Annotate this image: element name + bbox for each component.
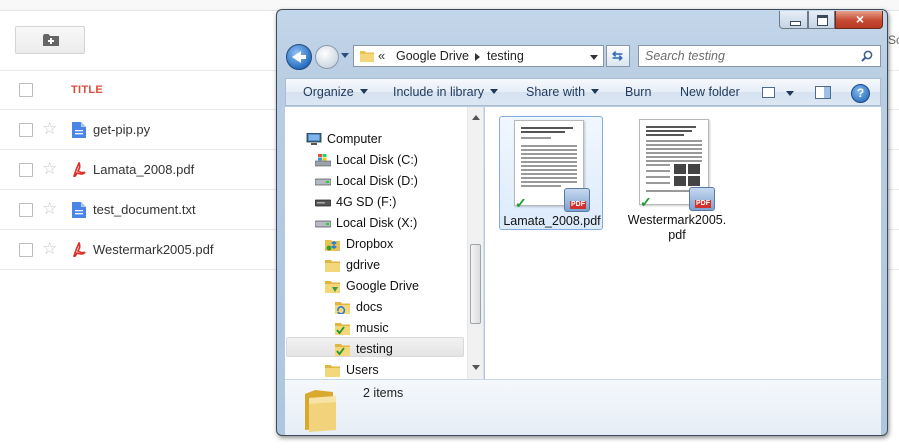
breadcrumb-testing[interactable]: testing [487,49,524,63]
document-icon [72,202,86,218]
dropdown-arrow-icon [490,89,499,94]
star-icon[interactable]: ☆ [42,160,57,177]
address-bar[interactable]: « Google Drive testing [353,45,604,67]
search-icon [861,50,873,62]
close-icon: × [855,11,865,27]
select-all-checkbox[interactable] [19,83,33,97]
navigation-pane: Computer Local Disk (C:) Local Disk (D:)… [285,107,484,379]
document-icon [72,122,86,138]
google-drive-folder-icon [325,281,340,293]
maximize-button[interactable] [808,11,835,29]
folder-icon [305,390,336,432]
title-column-header[interactable]: TITLE [71,84,103,96]
sd-card-icon [315,199,331,207]
command-bar: Organize Include in library Share with B… [285,78,881,106]
breadcrumb-google-drive[interactable]: Google Drive [396,49,469,63]
windows-drive-icon [315,154,331,167]
file-pane: PDF ✓ Lamata_2008.pdf PDF ✓ Westermark20… [485,107,881,379]
include-in-library-menu[interactable]: Include in library [393,85,499,99]
pdf-badge-icon: PDF [689,187,715,211]
row-checkbox[interactable] [19,243,33,257]
search-box[interactable] [638,45,881,67]
dropdown-arrow-icon [359,89,368,94]
file-name[interactable]: get-pip.py [93,122,150,137]
minimize-icon [790,21,801,26]
burn-button[interactable]: Burn [625,85,651,99]
view-options-dropdown-icon[interactable] [786,91,794,96]
pdf-icon [73,162,86,178]
preview-pane-icon[interactable] [815,86,831,99]
share-with-menu[interactable]: Share with [526,85,600,99]
star-icon[interactable]: ☆ [42,120,57,137]
row-checkbox[interactable] [19,123,33,137]
sync-check-icon: ✓ [640,194,652,210]
synced-folder-icon [335,323,350,335]
sync-check-icon: ✓ [515,195,527,211]
change-view-icon[interactable] [762,87,775,98]
close-button[interactable]: × [835,11,883,29]
address-dropdown-icon[interactable] [590,55,598,60]
file-item-westermark[interactable]: PDF ✓ Westermark2005. pdf [625,116,729,242]
forward-button[interactable] [315,45,339,69]
scroll-down-icon[interactable] [472,365,480,370]
scroll-thumb[interactable] [470,244,481,324]
refresh-button[interactable]: ⇆ [606,45,630,67]
breadcrumb-arrow-icon[interactable] [475,53,480,61]
row-checkbox[interactable] [19,163,33,177]
refresh-icon: ⇆ [612,48,623,63]
scroll-up-icon[interactable] [472,115,480,120]
organize-menu[interactable]: Organize [303,85,368,99]
recent-pages-dropdown[interactable] [341,53,349,58]
folder-icon [325,365,340,377]
overflow-chevron[interactable]: « [378,48,385,63]
computer-icon [306,133,322,145]
new-folder-icon [43,34,59,46]
folder-icon [360,51,374,62]
minimize-button[interactable] [779,11,808,29]
file-name[interactable]: test_document.txt [93,202,196,217]
item-count: 2 items [363,386,404,400]
file-name[interactable]: Westermark2005.pdf [93,242,213,257]
cut-off-label: Sc [888,33,899,47]
file-label: Lamata_2008.pdf [503,214,601,228]
details-pane: 2 items [285,379,881,435]
star-icon[interactable]: ☆ [42,240,57,257]
drive-icon [315,220,331,228]
dropbox-icon [325,240,340,251]
pdf-icon [73,242,86,258]
nav-scrollbar[interactable] [467,107,483,379]
synced-folder-icon [335,344,350,356]
new-folder-button[interactable] [15,26,85,54]
star-icon[interactable]: ☆ [42,200,57,217]
explorer-window: × « Google Drive testing ⇆ Organize Incl… [276,9,888,436]
search-input[interactable] [645,48,850,64]
pdf-badge-icon: PDF [564,188,590,212]
drive-icon [315,178,331,186]
folder-icon [325,260,340,272]
help-icon[interactable]: ? [851,84,870,103]
row-checkbox[interactable] [19,203,33,217]
new-folder-button[interactable]: New folder [680,85,740,99]
dropdown-arrow-icon [591,89,600,94]
file-name[interactable]: Lamata_2008.pdf [93,162,194,177]
file-label: Westermark2005. pdf [627,213,727,242]
maximize-icon [817,15,828,26]
sync-folder-icon [335,302,350,314]
back-button[interactable] [286,44,312,70]
file-item-lamata[interactable]: PDF ✓ Lamata_2008.pdf [499,116,603,230]
